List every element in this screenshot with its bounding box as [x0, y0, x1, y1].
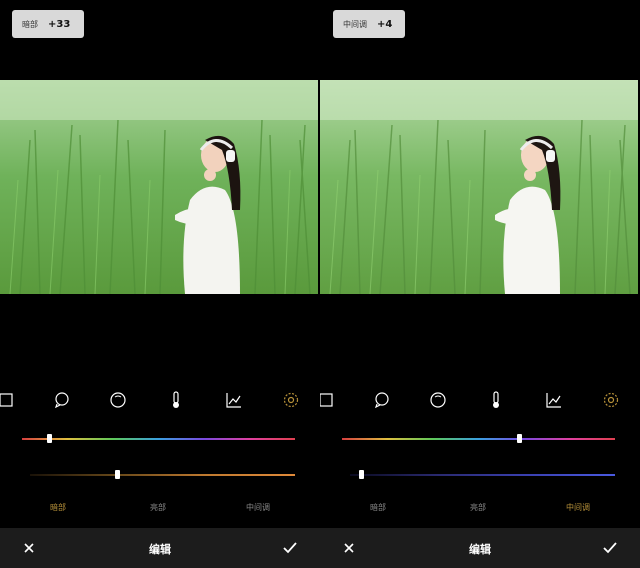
slider-thumb[interactable] [115, 470, 121, 479]
crop-icon[interactable] [320, 390, 336, 410]
tone-tabs: 暗部 亮部 中间调 [0, 502, 320, 516]
adjustment-value: +4 [377, 18, 393, 30]
bottom-bar: 编辑 [320, 528, 640, 568]
photo-image [0, 80, 318, 294]
thermometer-icon[interactable] [166, 390, 186, 410]
bottom-bar: 编辑 [0, 528, 320, 568]
spectrum-slider[interactable] [22, 434, 295, 444]
adjustment-badge: 暗部 +33 [12, 10, 84, 38]
slider-track [30, 474, 295, 476]
photo-preview [320, 80, 638, 294]
tab-midtones[interactable]: 中间调 [566, 502, 590, 513]
dial-icon[interactable] [428, 390, 448, 410]
chat-bubble-icon[interactable] [372, 390, 392, 410]
thermometer-icon[interactable] [486, 390, 506, 410]
cool-slider[interactable] [350, 470, 615, 480]
close-icon[interactable] [22, 541, 36, 555]
gear-icon[interactable] [601, 390, 621, 410]
photo-image [320, 80, 638, 294]
tab-highlights[interactable]: 亮部 [470, 502, 486, 513]
spectrum-slider[interactable] [342, 434, 615, 444]
adjustment-value: +33 [48, 18, 71, 30]
warm-slider[interactable] [30, 470, 295, 480]
crop-icon[interactable] [0, 390, 16, 410]
right-editor-pane: 中间调 +4 暗部 亮部 中间调 编辑 [320, 0, 640, 568]
adjustment-badge: 中间调 +4 [333, 10, 405, 38]
dial-icon[interactable] [108, 390, 128, 410]
chat-bubble-icon[interactable] [52, 390, 72, 410]
confirm-check-icon[interactable] [282, 540, 298, 556]
photo-preview [0, 80, 318, 294]
curve-chart-icon[interactable] [544, 390, 564, 410]
tone-tabs: 暗部 亮部 中间调 [320, 502, 640, 516]
tab-midtones[interactable]: 中间调 [246, 502, 270, 513]
tab-shadows[interactable]: 暗部 [370, 502, 386, 513]
screen-title: 编辑 [469, 543, 491, 556]
tab-highlights[interactable]: 亮部 [150, 502, 166, 513]
adjustment-label: 中间调 [343, 19, 367, 29]
slider-thumb[interactable] [517, 434, 523, 443]
gear-icon[interactable] [281, 390, 301, 410]
slider-track [22, 438, 295, 440]
left-editor-pane: 暗部 +33 暗部 亮部 中间调 编辑 [0, 0, 320, 568]
slider-thumb[interactable] [358, 470, 364, 479]
tool-row [320, 390, 640, 412]
curve-chart-icon[interactable] [224, 390, 244, 410]
slider-track [342, 438, 615, 440]
tool-row [0, 390, 320, 412]
close-icon[interactable] [342, 541, 356, 555]
tab-shadows[interactable]: 暗部 [50, 502, 66, 513]
adjustment-label: 暗部 [22, 19, 38, 29]
screen-title: 编辑 [149, 543, 171, 556]
slider-track [350, 474, 615, 476]
slider-thumb[interactable] [47, 434, 53, 443]
confirm-check-icon[interactable] [602, 540, 618, 556]
